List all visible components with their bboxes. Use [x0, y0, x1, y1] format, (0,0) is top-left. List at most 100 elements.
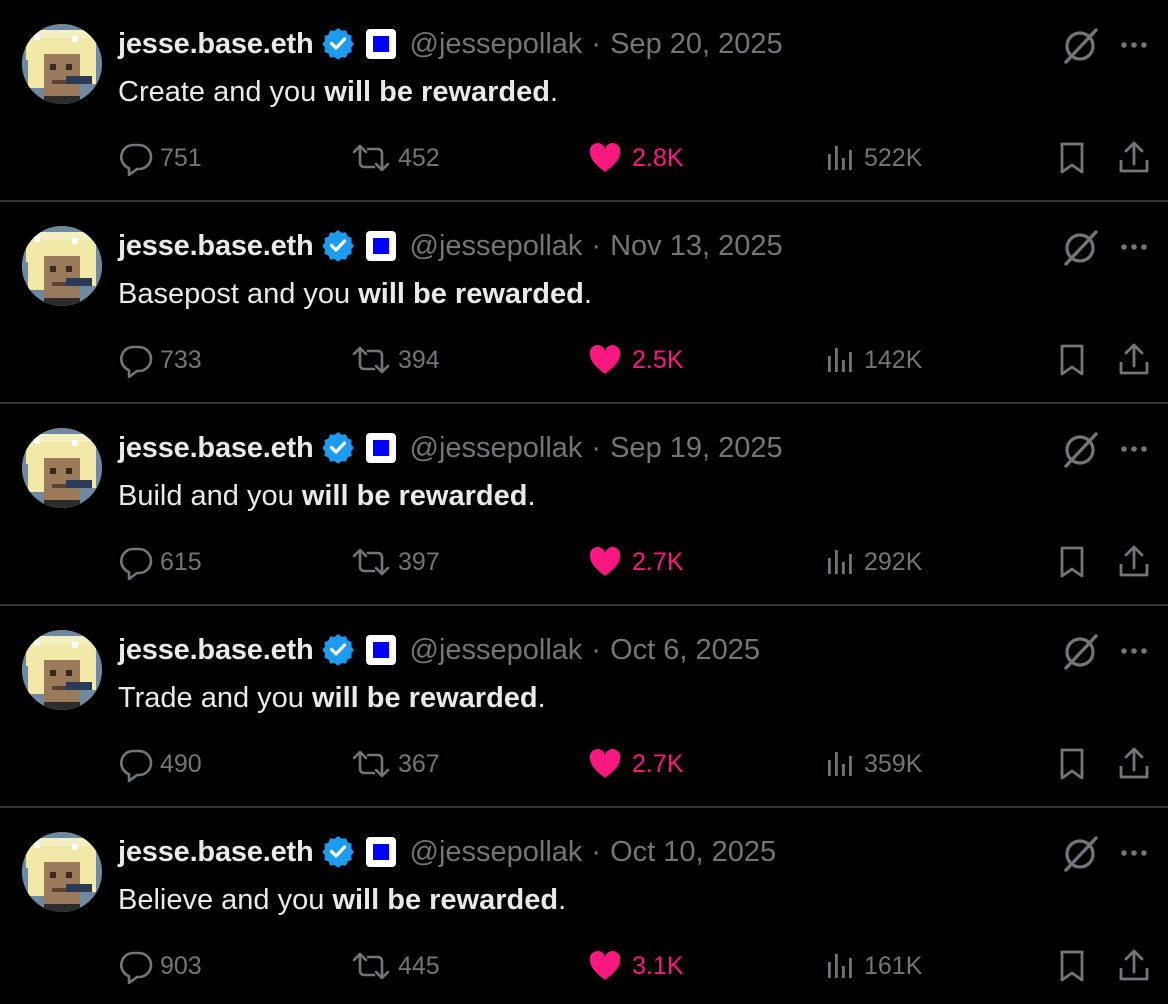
heart-icon: [588, 142, 622, 174]
retweet-button[interactable]: 394: [350, 338, 440, 382]
author-handle[interactable]: @jessepollak: [410, 634, 583, 667]
author-name[interactable]: jesse.base.eth: [118, 634, 314, 667]
share-button[interactable]: [1116, 136, 1152, 180]
grok-icon[interactable]: [1058, 24, 1102, 68]
tweet[interactable]: jesse.base.eth @jessepollak · Sep 20, 20…: [0, 0, 1168, 202]
verified-badge-icon[interactable]: [321, 836, 354, 868]
like-button[interactable]: 3.1K: [588, 944, 683, 988]
author-name[interactable]: jesse.base.eth: [118, 230, 314, 263]
like-count: 3.1K: [632, 951, 684, 980]
author-name[interactable]: jesse.base.eth: [118, 28, 314, 61]
views-button[interactable]: 359K: [824, 742, 922, 786]
verified-badge-icon[interactable]: [321, 634, 354, 666]
retweet-count: 367: [398, 749, 440, 778]
author-handle[interactable]: @jessepollak: [410, 836, 583, 869]
like-button[interactable]: 2.5K: [588, 338, 683, 382]
retweet-button[interactable]: 397: [350, 540, 440, 584]
avatar[interactable]: [22, 832, 102, 912]
author-name[interactable]: jesse.base.eth: [118, 836, 314, 869]
share-button[interactable]: [1116, 338, 1152, 382]
avatar[interactable]: [22, 226, 102, 306]
retweet-icon: [350, 544, 392, 580]
tweet[interactable]: jesse.base.eth @jessepollak · Sep 19, 20…: [0, 404, 1168, 606]
views-button[interactable]: 522K: [824, 136, 922, 180]
tweet-header: jesse.base.eth @jessepollak · Sep 20, 20…: [118, 22, 783, 66]
grok-icon[interactable]: [1058, 630, 1102, 674]
bookmark-button[interactable]: [1056, 944, 1090, 988]
tweet-date[interactable]: Sep 20, 2025: [610, 28, 783, 61]
avatar[interactable]: [22, 24, 102, 104]
reply-button[interactable]: 490: [118, 742, 202, 786]
affiliate-badge-icon[interactable]: [365, 837, 396, 867]
tweet-text-end: .: [558, 884, 567, 916]
more-icon[interactable]: [1116, 434, 1152, 464]
avatar[interactable]: [22, 428, 102, 508]
retweet-icon: [350, 746, 392, 782]
views-icon: [824, 746, 858, 782]
reply-button[interactable]: 733: [118, 338, 202, 382]
bookmark-button[interactable]: [1056, 338, 1090, 382]
tweet-text: Believe and you will be rewarded.: [118, 878, 566, 922]
reply-button[interactable]: 903: [118, 944, 202, 988]
tweet-text-end: .: [537, 682, 546, 714]
grok-icon[interactable]: [1058, 226, 1102, 270]
share-button[interactable]: [1116, 944, 1152, 988]
like-button[interactable]: 2.7K: [588, 742, 683, 786]
affiliate-badge-icon[interactable]: [365, 231, 396, 261]
verified-badge-icon[interactable]: [321, 432, 354, 464]
views-icon: [824, 948, 858, 984]
tweet[interactable]: jesse.base.eth @jessepollak · Nov 13, 20…: [0, 202, 1168, 404]
tweet-date[interactable]: Nov 13, 2025: [610, 230, 783, 263]
retweet-button[interactable]: 452: [350, 136, 440, 180]
retweet-button[interactable]: 367: [350, 742, 440, 786]
grok-icon[interactable]: [1058, 832, 1102, 876]
like-button[interactable]: 2.8K: [588, 136, 683, 180]
share-button[interactable]: [1116, 742, 1152, 786]
heart-icon: [588, 546, 622, 578]
tweet-date[interactable]: Oct 6, 2025: [610, 634, 760, 667]
reply-count: 903: [160, 951, 202, 980]
views-button[interactable]: 142K: [824, 338, 922, 382]
heart-icon: [588, 950, 622, 982]
heart-icon: [588, 344, 622, 376]
author-handle[interactable]: @jessepollak: [410, 28, 583, 61]
retweet-button[interactable]: 445: [350, 944, 440, 988]
author-handle[interactable]: @jessepollak: [410, 230, 583, 263]
retweet-icon: [350, 948, 392, 984]
more-icon[interactable]: [1116, 636, 1152, 666]
retweet-count: 445: [398, 951, 440, 980]
verified-badge-icon[interactable]: [321, 230, 354, 262]
author-name[interactable]: jesse.base.eth: [118, 432, 314, 465]
like-count: 2.5K: [632, 345, 684, 374]
affiliate-badge-icon[interactable]: [365, 433, 396, 463]
more-icon[interactable]: [1116, 838, 1152, 868]
bookmark-button[interactable]: [1056, 540, 1090, 584]
grok-icon[interactable]: [1058, 428, 1102, 472]
views-button[interactable]: 161K: [824, 944, 922, 988]
separator-dot: ·: [591, 27, 602, 60]
retweet-count: 397: [398, 547, 440, 576]
reply-button[interactable]: 751: [118, 136, 202, 180]
tweet[interactable]: jesse.base.eth @jessepollak · Oct 10, 20…: [0, 808, 1168, 1004]
affiliate-badge-icon[interactable]: [365, 635, 396, 665]
bookmark-button[interactable]: [1056, 742, 1090, 786]
bookmark-icon: [1056, 140, 1090, 176]
avatar[interactable]: [22, 630, 102, 710]
reply-button[interactable]: 615: [118, 540, 202, 584]
verified-badge-icon[interactable]: [321, 28, 354, 60]
affiliate-badge-icon[interactable]: [365, 29, 396, 59]
tweet-text-plain: Basepost and you: [118, 278, 359, 310]
tweet-text-bold: will be rewarded: [358, 278, 584, 310]
like-button[interactable]: 2.7K: [588, 540, 683, 584]
more-icon[interactable]: [1116, 30, 1152, 60]
tweet-text: Build and you will be rewarded.: [118, 474, 536, 518]
tweet-text-bold: will be rewarded: [324, 76, 550, 108]
author-handle[interactable]: @jessepollak: [410, 432, 583, 465]
more-icon[interactable]: [1116, 232, 1152, 262]
bookmark-button[interactable]: [1056, 136, 1090, 180]
views-button[interactable]: 292K: [824, 540, 922, 584]
tweet-date[interactable]: Sep 19, 2025: [610, 432, 783, 465]
tweet-date[interactable]: Oct 10, 2025: [610, 836, 776, 869]
tweet[interactable]: jesse.base.eth @jessepollak · Oct 6, 202…: [0, 606, 1168, 808]
share-button[interactable]: [1116, 540, 1152, 584]
